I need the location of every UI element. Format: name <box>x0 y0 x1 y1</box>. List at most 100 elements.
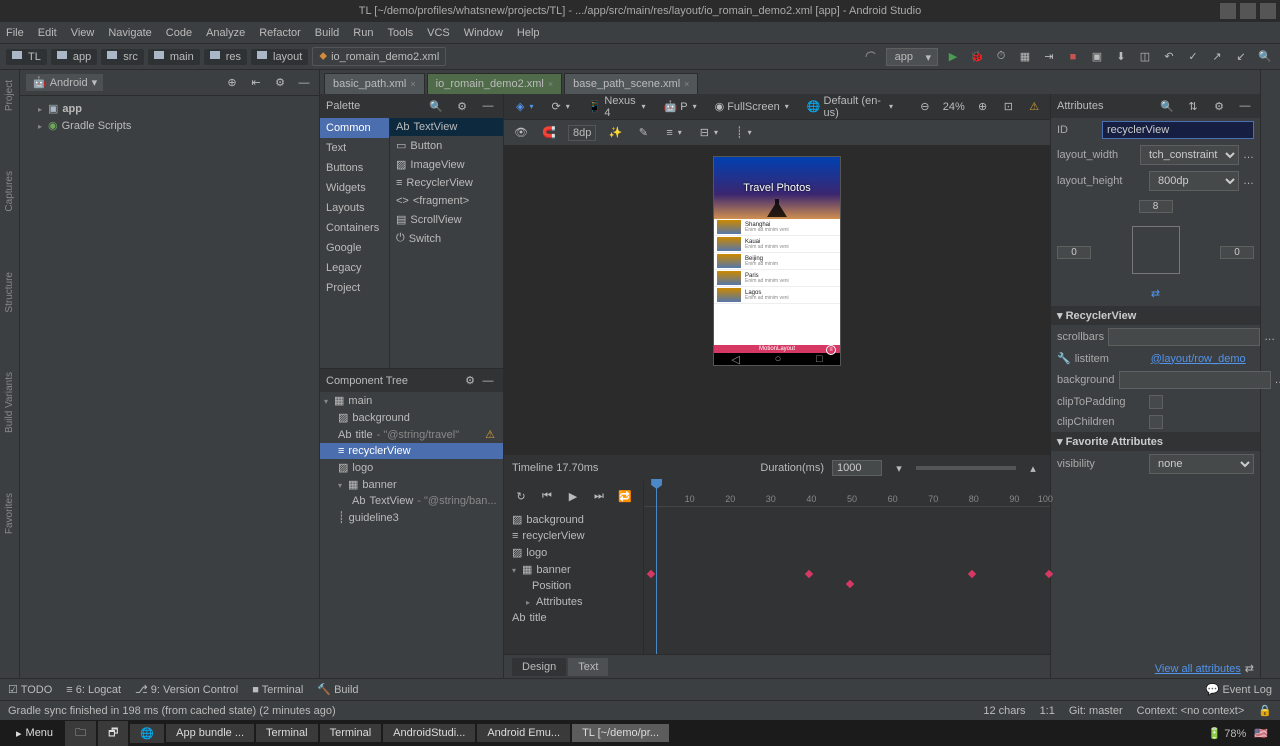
attr-scrollbars-input[interactable] <box>1108 328 1260 346</box>
run-config-select[interactable]: app <box>886 48 938 66</box>
keyframe[interactable] <box>647 570 655 578</box>
avd-button[interactable]: ▣ <box>1088 48 1106 66</box>
ctree-row[interactable]: ▦ banner <box>320 476 503 493</box>
taskbar-item[interactable]: App bundle ... <box>166 724 254 742</box>
search-icon[interactable]: 🔍 <box>1256 48 1274 66</box>
timeline-ruler[interactable]: 10 20 30 40 50 60 70 80 90 100 <box>644 481 1050 654</box>
crumb[interactable]: layout <box>251 49 308 65</box>
status-context[interactable]: Context: <no context> <box>1137 705 1245 717</box>
tool-todo[interactable]: ☑ TODO <box>8 683 52 696</box>
tl-track[interactable]: Ab title <box>508 610 639 626</box>
duration-input[interactable] <box>832 460 882 476</box>
zoom-in-icon[interactable]: ⊕ <box>975 98 991 116</box>
taskbar-item[interactable]: 🗀 <box>65 721 96 746</box>
section-favorites[interactable]: ▾ Favorite Attributes <box>1051 432 1260 451</box>
palette-cat[interactable]: Legacy <box>320 258 389 278</box>
palette-item[interactable]: ▨ImageView <box>390 155 503 174</box>
pack-select[interactable]: ⊟ <box>696 124 722 141</box>
palette-cat[interactable]: Containers <box>320 218 389 238</box>
gear-icon[interactable]: ⚙ <box>271 74 289 92</box>
left-tool-buildvariants[interactable]: Build Variants <box>4 372 15 433</box>
menu-tools[interactable]: Tools <box>387 27 413 39</box>
attr-visibility-select[interactable]: none <box>1149 454 1254 474</box>
menu-build[interactable]: Build <box>315 27 339 39</box>
ctree-row[interactable]: ▦ main <box>320 392 503 409</box>
close-icon[interactable]: × <box>684 79 689 89</box>
eye-icon[interactable]: 👁 <box>512 124 530 142</box>
hide-icon[interactable]: — <box>479 372 497 390</box>
ctree-row[interactable]: ▨ logo <box>320 459 503 476</box>
tool-build[interactable]: 🔨 Build <box>317 683 358 696</box>
palette-item[interactable]: ▭Button <box>390 136 503 155</box>
lock-icon[interactable]: 🔒 <box>1258 704 1272 717</box>
left-tool-favorites[interactable]: Favorites <box>4 493 15 534</box>
ctree-row[interactable]: Ab TextView - "@string/ban... <box>320 493 503 509</box>
sdk-button[interactable]: ⬇ <box>1112 48 1130 66</box>
taskbar-item[interactable]: Android Emu... <box>477 724 570 742</box>
tree-node-gradle[interactable]: ◉Gradle Scripts <box>20 117 319 134</box>
pull-icon[interactable]: ↙ <box>1232 48 1250 66</box>
taskbar-item[interactable]: AndroidStudi... <box>383 724 475 742</box>
ctree-row[interactable]: Ab title - "@string/travel"⚠ <box>320 426 503 443</box>
tab[interactable]: base_path_scene.xml× <box>564 73 698 94</box>
tool-terminal[interactable]: ■ Terminal <box>252 684 303 696</box>
attr-id-input[interactable] <box>1102 121 1254 139</box>
taskbar-item[interactable]: TL [~/demo/pr... <box>572 724 669 742</box>
menu-analyze[interactable]: Analyze <box>206 27 245 39</box>
menu-vcs[interactable]: VCS <box>427 27 450 39</box>
warnings-icon[interactable]: ⚠ <box>1026 98 1042 116</box>
tree-node-app[interactable]: ▣app <box>20 100 319 117</box>
gear-icon[interactable]: ⚙ <box>453 97 471 115</box>
palette-cat[interactable]: Common <box>320 118 389 138</box>
sync-icon[interactable] <box>862 48 880 66</box>
keyframe[interactable] <box>968 570 976 578</box>
section-recyclerview[interactable]: ▾ RecyclerView <box>1051 306 1260 325</box>
tl-track[interactable]: ▦ banner <box>508 561 639 578</box>
menu-refactor[interactable]: Refactor <box>259 27 301 39</box>
sort-icon[interactable]: ⇅ <box>1184 97 1202 115</box>
zoom-out-icon[interactable]: ⊖ <box>917 98 933 116</box>
surftab-text[interactable]: Text <box>568 658 608 676</box>
tl-track[interactable]: ▨ logo <box>508 544 639 561</box>
max-button[interactable] <box>1240 3 1256 19</box>
margin-select[interactable]: 8dp <box>568 125 596 141</box>
run-button[interactable]: ▶ <box>944 48 962 66</box>
left-tool-structure[interactable]: Structure <box>4 272 15 313</box>
debug-button[interactable]: 🐞 <box>968 48 986 66</box>
keyframe[interactable] <box>805 570 813 578</box>
tab[interactable]: basic_path.xml× <box>324 73 425 94</box>
attr-cliptopadding-check[interactable] <box>1149 395 1163 409</box>
margin-top-input[interactable] <box>1139 200 1173 213</box>
attr-height-select[interactable]: 800dp <box>1149 171 1239 191</box>
menu-navigate[interactable]: Navigate <box>108 27 151 39</box>
attr-listitem-link[interactable]: @layout/row_demo <box>1151 353 1246 365</box>
attr-clipchildren-check[interactable] <box>1149 415 1163 429</box>
crumb[interactable]: TL <box>6 49 47 65</box>
gear-icon[interactable]: ⚙ <box>1210 97 1228 115</box>
api-select[interactable]: 🤖 P <box>660 98 701 115</box>
taskbar-item[interactable]: Terminal <box>256 724 318 742</box>
taskbar-item[interactable]: 🌐 <box>130 724 164 743</box>
menu-run[interactable]: Run <box>353 27 373 39</box>
layout-inspector-icon[interactable]: ◫ <box>1136 48 1154 66</box>
crumb[interactable]: res <box>204 49 247 65</box>
hide-icon[interactable]: — <box>479 97 497 115</box>
keyframe[interactable] <box>846 580 854 588</box>
attr-background-input[interactable] <box>1119 371 1271 389</box>
theme-select[interactable]: ◉ FullScreen <box>711 98 793 115</box>
taskbar-item[interactable]: Terminal <box>320 724 382 742</box>
palette-cat[interactable]: Widgets <box>320 178 389 198</box>
palette-item[interactable]: ≡RecyclerView <box>390 174 503 192</box>
device-preview[interactable]: Travel Photos ShanghaiEnim ad minim veni… <box>713 156 841 366</box>
hide-icon[interactable]: — <box>295 74 313 92</box>
tl-track[interactable]: Position <box>508 578 639 594</box>
close-icon[interactable]: × <box>410 79 415 89</box>
project-scope-select[interactable]: 🤖Android ▾ <box>26 74 103 91</box>
tl-loop-icon[interactable]: 🔁 <box>616 487 634 505</box>
search-icon[interactable]: 🔍 <box>427 97 445 115</box>
ctree-row[interactable]: ┊ guideline3 <box>320 509 503 526</box>
gear-icon[interactable]: ⚙ <box>461 371 479 389</box>
menu-view[interactable]: View <box>71 27 95 39</box>
palette-item[interactable]: <><fragment> <box>390 192 503 210</box>
tl-track[interactable]: ≡ recyclerView <box>508 528 639 544</box>
